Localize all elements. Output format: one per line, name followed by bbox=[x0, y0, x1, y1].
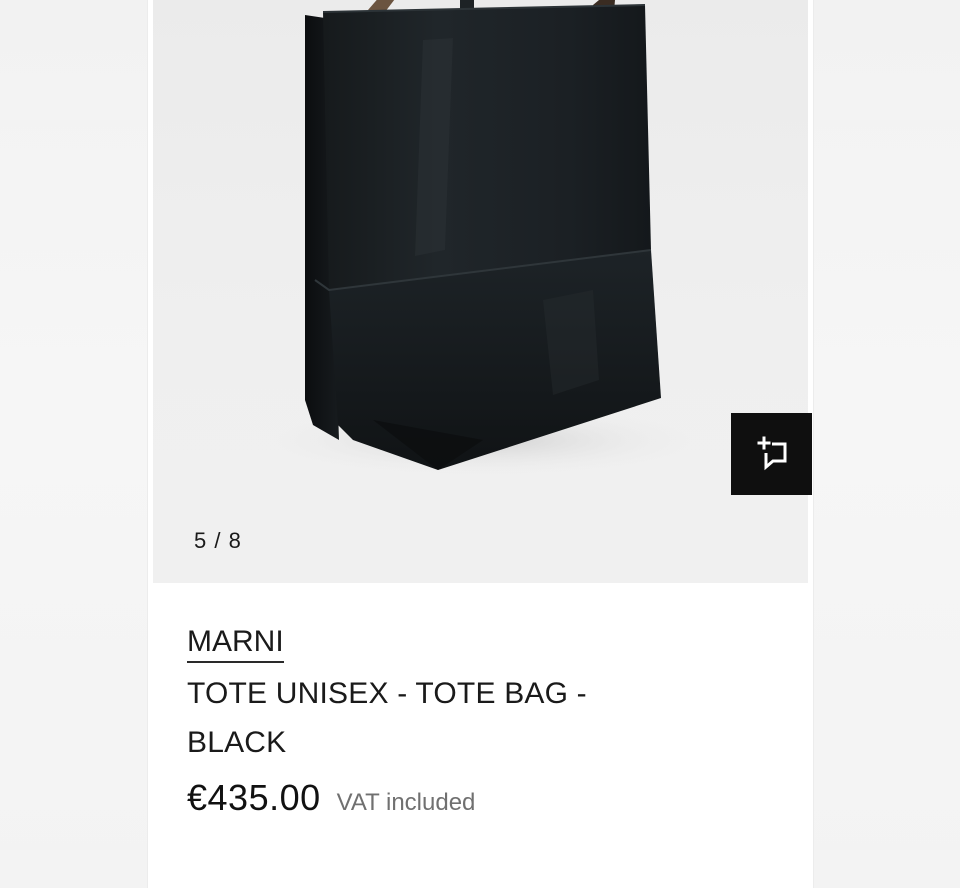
image-counter-total: 8 bbox=[228, 528, 242, 553]
product-name: TOTE UNISEX - TOTE BAG - BLACK bbox=[187, 677, 587, 759]
product-image bbox=[273, 0, 693, 474]
background-blur-left bbox=[0, 0, 148, 888]
image-counter: 5 / 8 bbox=[194, 528, 242, 554]
brand-link[interactable]: MARNI bbox=[187, 625, 284, 663]
price-row: €435.00 VAT included bbox=[187, 777, 787, 819]
product-card: 5 / 8 MARNI TOTE UNISEX - TOTE BAG - BLA… bbox=[148, 0, 813, 888]
vat-note: VAT included bbox=[336, 789, 476, 816]
price: €435.00 bbox=[187, 777, 321, 818]
background-blur-right bbox=[812, 0, 960, 888]
image-counter-separator: / bbox=[214, 528, 222, 553]
image-gallery[interactable]: 5 / 8 bbox=[153, 0, 808, 583]
find-similar-button[interactable] bbox=[731, 413, 812, 495]
sparkle-crop-icon bbox=[757, 436, 786, 471]
image-counter-current: 5 bbox=[194, 528, 208, 553]
product-info: MARNI TOTE UNISEX - TOTE BAG - BLACK €43… bbox=[187, 625, 787, 819]
